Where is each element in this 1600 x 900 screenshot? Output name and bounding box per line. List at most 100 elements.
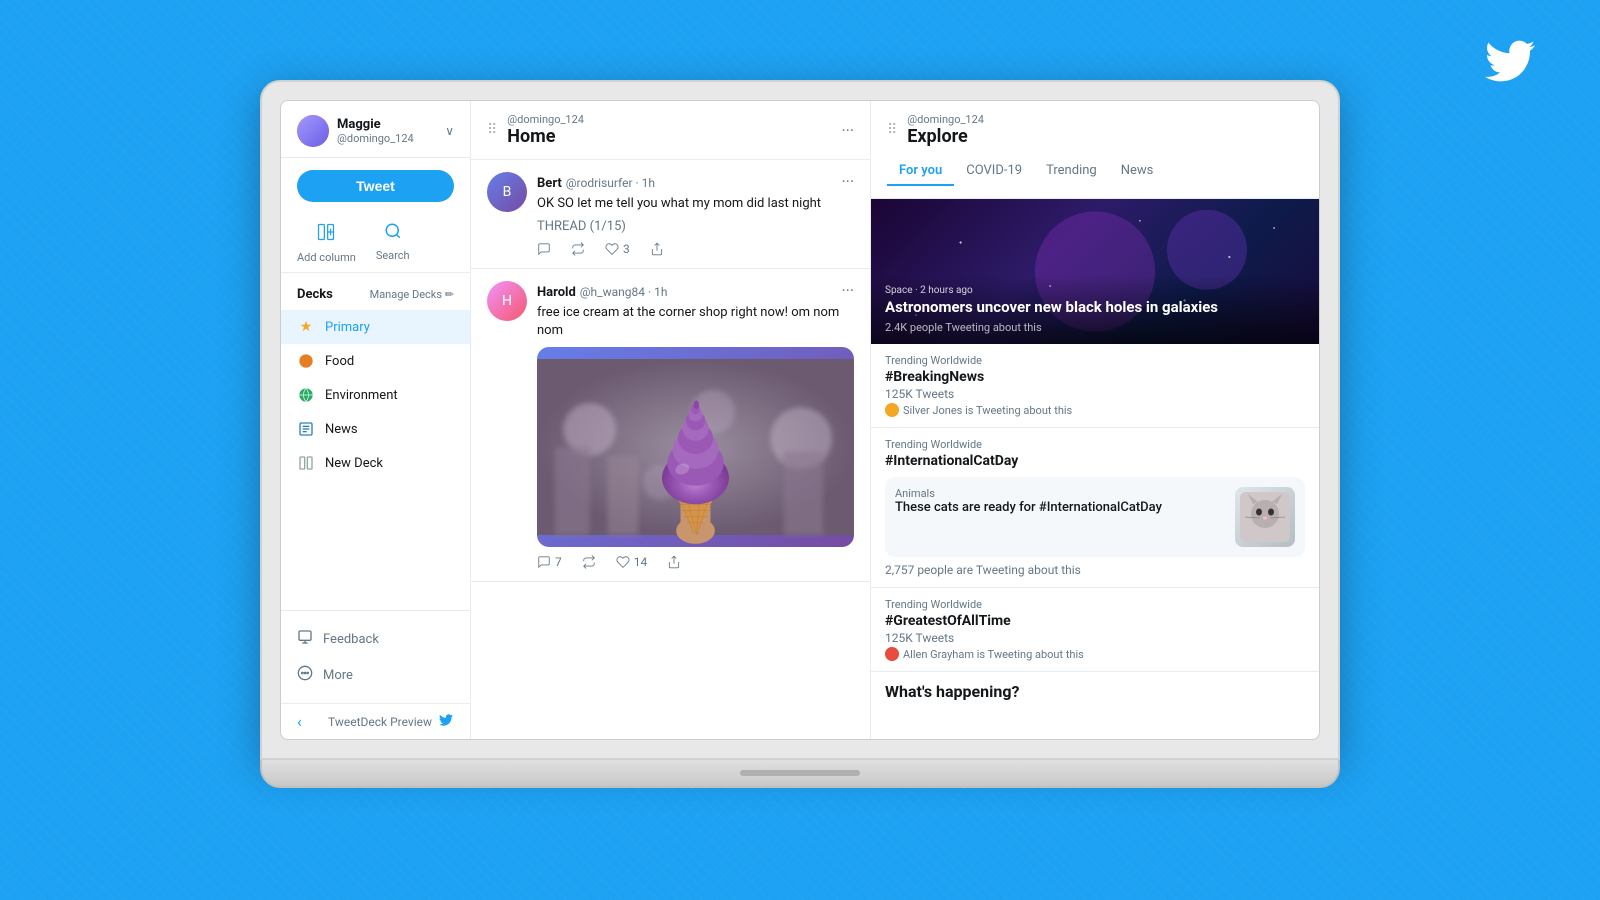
trending-user: Allen Grayham is Tweeting about this (885, 647, 1305, 661)
explore-top: ⠿ @domingo_124 Explore (887, 113, 1303, 147)
tab-for-you[interactable]: For you (887, 157, 954, 186)
tab-trending[interactable]: Trending (1034, 157, 1109, 186)
explore-header: ⠿ @domingo_124 Explore For you COVID-19 … (871, 101, 1319, 199)
tab-news[interactable]: News (1109, 157, 1166, 186)
like-action[interactable]: 3 (605, 242, 630, 256)
share-action[interactable] (650, 242, 664, 256)
deck-label-primary: Primary (325, 320, 370, 335)
add-column-label: Add column (297, 251, 356, 264)
tweet-button[interactable]: Tweet (297, 170, 454, 202)
user-names: Maggie @domingo_124 (337, 117, 414, 145)
deck-item-new[interactable]: New Deck (281, 446, 470, 480)
featured-news[interactable]: Space · 2 hours ago Astronomers uncover … (871, 199, 1319, 344)
add-column-action[interactable]: Add column (297, 222, 356, 264)
laptop-base (260, 760, 1340, 788)
reply-action[interactable] (537, 242, 551, 256)
user-info: Maggie @domingo_124 (297, 115, 414, 147)
tab-covid19[interactable]: COVID-19 (954, 157, 1034, 186)
search-icon (384, 222, 402, 245)
laptop-container: Maggie @domingo_124 ∨ Tweet (260, 80, 1340, 800)
tweets-list: B Bert @rodrisurfer · 1h · (471, 160, 870, 739)
sidebar-actions: Add column Search (281, 214, 470, 273)
reply-action[interactable]: 7 (537, 555, 562, 569)
deck-item-food[interactable]: Food (281, 344, 470, 378)
user-dot-icon (885, 647, 899, 661)
twitter-bird-small (438, 712, 454, 731)
share-action[interactable] (667, 555, 681, 569)
tweet-author: Harold (537, 285, 576, 300)
column-drag-handle[interactable]: ⠿ (487, 122, 497, 138)
cat-card-title: These cats are ready for #InternationalC… (895, 500, 1225, 515)
deck-item-primary[interactable]: ★ Primary (281, 310, 470, 344)
trending-count: 125K Tweets (885, 387, 1305, 401)
tweet-avatar-harold: H (487, 281, 527, 321)
add-column-icon (316, 222, 336, 247)
trending-item-breaking[interactable]: Trending Worldwide #BreakingNews 125K Tw… (871, 344, 1319, 428)
tweet-actions: 7 14 (537, 555, 854, 569)
trending-item-catday[interactable]: Trending Worldwide #InternationalCatDay … (871, 428, 1319, 588)
trending-tag: #BreakingNews (885, 369, 1305, 385)
edit-icon: ✏ (445, 288, 454, 301)
tweet-more-button[interactable]: ··· (841, 281, 854, 300)
tweet-header: Harold @h_wang84 · 1h ··· (537, 281, 854, 300)
cat-image (1235, 487, 1295, 547)
deck-label-news: News (325, 422, 358, 437)
cat-card-text: Animals These cats are ready for #Intern… (895, 487, 1225, 547)
column-more-button[interactable]: ··· (841, 121, 854, 140)
sidebar: Maggie @domingo_124 ∨ Tweet (281, 101, 471, 739)
explore-tabs: For you COVID-19 Trending News (887, 157, 1303, 186)
tweet-handle-time: @h_wang84 · 1h (580, 285, 668, 299)
column-title: Home (507, 126, 584, 147)
feedback-item[interactable]: Feedback (281, 621, 470, 657)
avatar-image (297, 115, 329, 147)
column-account-handle: @domingo_124 (507, 113, 584, 126)
tweet-more-button[interactable]: ··· (841, 172, 854, 191)
trending-count: 125K Tweets (885, 631, 1305, 645)
back-button[interactable]: ‹ (297, 712, 302, 731)
trending-label: Trending Worldwide (885, 354, 1305, 367)
cat-card: Animals These cats are ready for #Intern… (885, 477, 1305, 557)
deck-item-environment[interactable]: Environment (281, 378, 470, 412)
twitter-bird-logo (1480, 30, 1540, 101)
search-action[interactable]: Search (376, 222, 410, 264)
tweet-item: B Bert @rodrisurfer · 1h · (471, 160, 870, 269)
featured-title: Astronomers uncover new black holes in g… (885, 298, 1305, 318)
feedback-icon (297, 629, 313, 649)
home-column-header: ⠿ @domingo_124 Home ··· (471, 101, 870, 160)
chevron-down-icon[interactable]: ∨ (445, 124, 454, 138)
deck-label-food: Food (325, 354, 354, 369)
manage-decks-link[interactable]: Manage Decks ✏ (370, 288, 454, 301)
trending-tag: #GreatestOfAllTime (885, 613, 1305, 629)
food-icon (297, 352, 315, 370)
explore-drag-handle[interactable]: ⠿ (887, 122, 897, 138)
explore-content: Space · 2 hours ago Astronomers uncover … (871, 199, 1319, 739)
featured-count: 2.4K people Tweeting about this (885, 321, 1305, 334)
deck-item-news[interactable]: News (281, 412, 470, 446)
user-handle: @domingo_124 (337, 132, 414, 145)
tweet-text: OK SO let me tell you what my mom did la… (537, 195, 854, 213)
laptop-screen-frame: Maggie @domingo_124 ∨ Tweet (260, 80, 1340, 760)
trending-item-goat[interactable]: Trending Worldwide #GreatestOfAllTime 12… (871, 588, 1319, 672)
sidebar-footer: Feedback More (281, 610, 470, 703)
trending-label: Trending Worldwide (885, 598, 1305, 611)
whats-happening: What's happening? (871, 672, 1319, 711)
more-item[interactable]: More (281, 657, 470, 693)
add-deck-icon (297, 454, 315, 472)
decks-section: Decks Manage Decks ✏ ★ Primary (281, 273, 470, 610)
explore-title: Explore (907, 126, 984, 147)
trending-tag-catday: #InternationalCatDay (885, 453, 1305, 469)
like-action[interactable]: 14 (616, 555, 648, 569)
home-column: ⠿ @domingo_124 Home ··· B Be (471, 101, 871, 739)
trending-label: Trending Worldwide (885, 438, 1305, 451)
tweet-thread-label: THREAD (1/15) (537, 219, 854, 234)
decks-header: Decks Manage Decks ✏ (281, 283, 470, 310)
newspaper-icon (297, 420, 315, 438)
explore-column: ⠿ @domingo_124 Explore For you COVID-19 … (871, 101, 1319, 739)
decks-title: Decks (297, 287, 333, 302)
featured-category: Space · 2 hours ago (885, 285, 1305, 296)
app-screen: Maggie @domingo_124 ∨ Tweet (280, 100, 1320, 740)
feedback-label: Feedback (323, 632, 379, 647)
retweet-action[interactable] (571, 242, 585, 256)
retweet-action[interactable] (582, 555, 596, 569)
deck-label-environment: Environment (325, 388, 398, 403)
